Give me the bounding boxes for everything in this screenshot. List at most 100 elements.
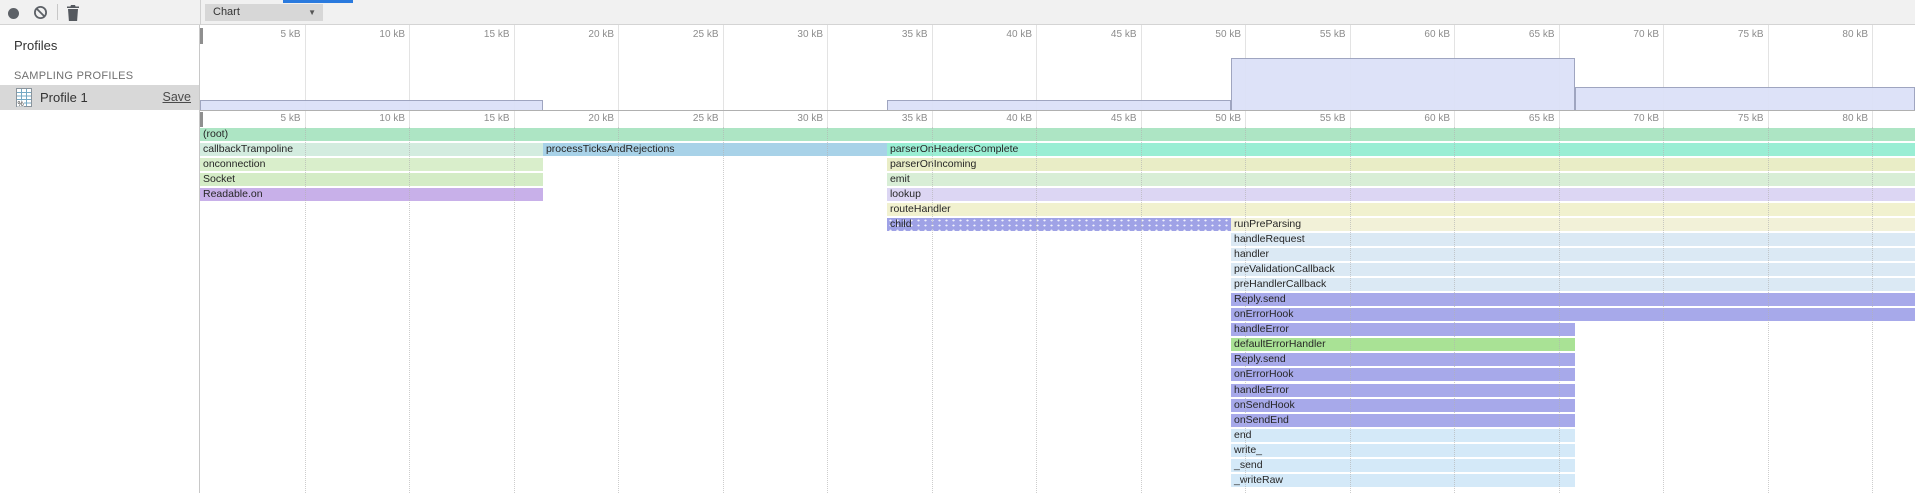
record-button[interactable] bbox=[8, 7, 20, 19]
record-icon bbox=[8, 8, 19, 19]
tick-label: 65 kB bbox=[1495, 113, 1555, 124]
frame-label: routeHandler bbox=[890, 203, 951, 215]
panel-divider bbox=[200, 0, 201, 25]
flame-frame[interactable]: child bbox=[887, 218, 1231, 231]
flame-frame[interactable]: lookup bbox=[887, 188, 1915, 201]
frame-label: processTicksAndRejections bbox=[546, 143, 675, 155]
chevron-down-icon: ▼ bbox=[308, 4, 316, 21]
flame-frame[interactable]: runPreParsing bbox=[1231, 218, 1915, 231]
flame-frame[interactable]: onErrorHook bbox=[1231, 368, 1575, 381]
toolbar: Chart ▼ bbox=[0, 0, 1915, 25]
frame-label: Reply.send bbox=[1234, 353, 1286, 365]
flame-frame[interactable]: onconnection bbox=[200, 158, 543, 171]
flame-frame[interactable]: Socket bbox=[200, 173, 543, 186]
frame-label: _send bbox=[1234, 459, 1263, 471]
scrollbar-thumb[interactable] bbox=[200, 28, 203, 44]
overview-segment bbox=[1231, 58, 1575, 110]
flame-frame[interactable]: callbackTrampoline bbox=[200, 143, 543, 156]
gridline bbox=[1454, 111, 1455, 127]
profile-document-icon: % bbox=[16, 88, 33, 112]
tick-label: 60 kB bbox=[1390, 113, 1450, 124]
tick-label: 35 kB bbox=[868, 113, 928, 124]
clear-profiles-button[interactable] bbox=[33, 5, 48, 23]
flame-frame[interactable]: onErrorHook bbox=[1231, 308, 1915, 321]
tick-label: 40 kB bbox=[972, 29, 1032, 40]
frame-label: onErrorHook bbox=[1234, 308, 1294, 320]
tick-label: 70 kB bbox=[1599, 29, 1659, 40]
tick-label: 25 kB bbox=[659, 113, 719, 124]
tick-label: 60 kB bbox=[1390, 29, 1450, 40]
gridline bbox=[1350, 111, 1351, 127]
flame-frame[interactable]: processTicksAndRejections bbox=[543, 143, 887, 156]
frame-label: defaultErrorHandler bbox=[1234, 338, 1326, 350]
tick-label: 55 kB bbox=[1286, 29, 1346, 40]
flame-frame[interactable]: Reply.send bbox=[1231, 353, 1575, 366]
flame-frame[interactable]: parserOnHeadersComplete bbox=[887, 143, 1915, 156]
gridline bbox=[618, 25, 619, 110]
flame-frame[interactable]: preHandlerCallback bbox=[1231, 278, 1915, 291]
view-mode-select[interactable]: Chart ▼ bbox=[205, 4, 323, 21]
flame-frame[interactable]: write_ bbox=[1231, 444, 1575, 457]
flame-frame[interactable]: _send bbox=[1231, 459, 1575, 472]
flame-frame[interactable]: parserOnIncoming bbox=[887, 158, 1915, 171]
flame-frame[interactable]: onSendEnd bbox=[1231, 414, 1575, 427]
tick-label: 10 kB bbox=[345, 113, 405, 124]
frame-label: child bbox=[890, 218, 912, 230]
flame-frame[interactable]: handleError bbox=[1231, 384, 1575, 397]
scrollbar-thumb[interactable] bbox=[200, 112, 203, 127]
view-mode-value: Chart bbox=[213, 4, 240, 21]
frame-label: (root) bbox=[203, 128, 228, 140]
tick-label: 40 kB bbox=[972, 113, 1032, 124]
flame-frame[interactable]: end bbox=[1231, 429, 1575, 442]
frame-label: onSendEnd bbox=[1234, 414, 1289, 426]
gridline bbox=[305, 25, 306, 110]
flame-frame[interactable]: handler bbox=[1231, 248, 1915, 261]
frame-label: Readable.on bbox=[203, 188, 263, 200]
flame-frame[interactable]: preValidationCallback bbox=[1231, 263, 1915, 276]
gridline bbox=[932, 25, 933, 110]
flame-chart-rows: (root) callbackTrampolineprocessTicksAndR… bbox=[200, 127, 1915, 493]
gridline bbox=[723, 127, 724, 493]
gridline bbox=[1559, 111, 1560, 127]
flame-frame[interactable]: emit bbox=[887, 173, 1915, 186]
overview-segment bbox=[200, 100, 543, 110]
gridline bbox=[514, 111, 515, 127]
flame-frame[interactable]: (root) bbox=[200, 128, 1915, 141]
gridline bbox=[514, 25, 515, 110]
frame-label: handleError bbox=[1234, 384, 1289, 396]
tick-label: 15 kB bbox=[450, 113, 510, 124]
delete-profile-button[interactable] bbox=[66, 5, 80, 24]
frame-label: onErrorHook bbox=[1234, 368, 1294, 380]
flame-frame[interactable]: defaultErrorHandler bbox=[1231, 338, 1575, 351]
overview-segment bbox=[1575, 87, 1915, 110]
flame-frame[interactable]: routeHandler bbox=[887, 203, 1915, 216]
tick-label: 75 kB bbox=[1704, 29, 1764, 40]
tick-label: 80 kB bbox=[1808, 113, 1868, 124]
gridline bbox=[618, 111, 619, 127]
tick-label: 50 kB bbox=[1181, 113, 1241, 124]
gridline bbox=[1245, 111, 1246, 127]
sidebar-item-profile-1[interactable]: % Profile 1 Save bbox=[0, 85, 199, 110]
allocation-overview[interactable]: 5 kB10 kB15 kB20 kB25 kB30 kB35 kB40 kB4… bbox=[200, 25, 1915, 110]
tick-label: 5 kB bbox=[241, 29, 301, 40]
gridline bbox=[827, 25, 828, 110]
tick-label: 45 kB bbox=[1077, 113, 1137, 124]
flame-chart-ruler: 5 kB10 kB15 kB20 kB25 kB30 kB35 kB40 kB4… bbox=[200, 110, 1915, 127]
sampling-profiles-section-label: SAMPLING PROFILES bbox=[14, 70, 133, 82]
active-tab-indicator bbox=[283, 0, 353, 3]
gridline bbox=[618, 127, 619, 493]
flame-frame[interactable]: handleError bbox=[1231, 323, 1575, 336]
clear-icon bbox=[33, 8, 48, 23]
tick-label: 55 kB bbox=[1286, 113, 1346, 124]
flame-frame[interactable]: handleRequest bbox=[1231, 233, 1915, 246]
save-profile-link[interactable]: Save bbox=[163, 85, 192, 110]
flame-frame[interactable]: Readable.on bbox=[200, 188, 543, 201]
sidebar-heading: Profiles bbox=[14, 38, 57, 53]
flame-frame[interactable]: onSendHook bbox=[1231, 399, 1575, 412]
flame-frame[interactable]: _writeRaw bbox=[1231, 474, 1575, 487]
flame-frame[interactable]: Reply.send bbox=[1231, 293, 1915, 306]
devtools-profiler-panel: Chart ▼ Profiles SAMPLING PROFILES % bbox=[0, 0, 1915, 493]
tick-label: 35 kB bbox=[868, 29, 928, 40]
tick-label: 45 kB bbox=[1077, 29, 1137, 40]
frame-label: Socket bbox=[203, 173, 235, 185]
